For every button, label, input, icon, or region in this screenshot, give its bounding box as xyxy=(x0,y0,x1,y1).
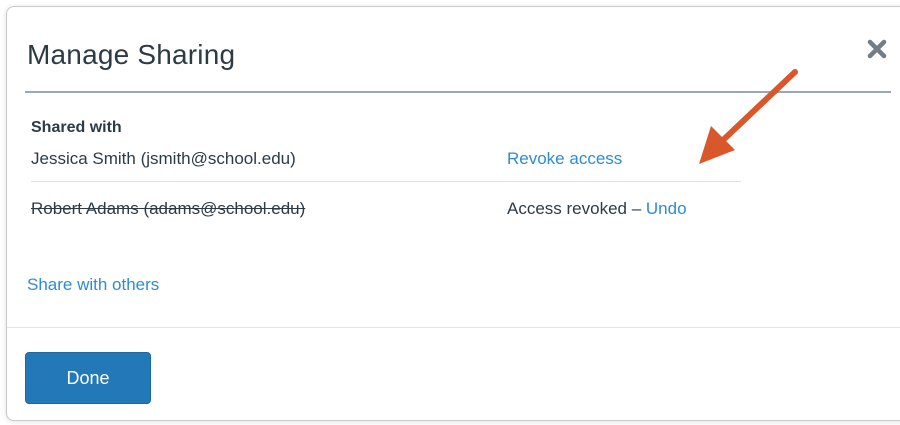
close-button[interactable] xyxy=(863,35,891,63)
share-row: Robert Adams (adams@school.edu) Access r… xyxy=(31,191,741,231)
share-action: Revoke access xyxy=(507,149,622,169)
shared-with-label: Shared with xyxy=(31,119,122,136)
dialog-title: Manage Sharing xyxy=(27,39,236,70)
access-revoked-text: Access revoked – xyxy=(507,199,646,218)
footer-divider xyxy=(7,327,900,328)
share-name-revoked: Robert Adams (adams@school.edu) xyxy=(31,199,306,218)
undo-link[interactable]: Undo xyxy=(646,199,687,218)
close-icon xyxy=(867,39,887,59)
share-row: Jessica Smith (jsmith@school.edu) Revoke… xyxy=(31,141,741,182)
annotation-arrow-icon xyxy=(699,69,798,164)
revoked-status: Access revoked – Undo xyxy=(507,199,687,219)
done-button[interactable]: Done xyxy=(25,352,151,404)
share-with-others-link[interactable]: Share with others xyxy=(27,275,159,295)
share-name: Jessica Smith (jsmith@school.edu) xyxy=(31,149,296,168)
revoke-access-link[interactable]: Revoke access xyxy=(507,149,622,168)
